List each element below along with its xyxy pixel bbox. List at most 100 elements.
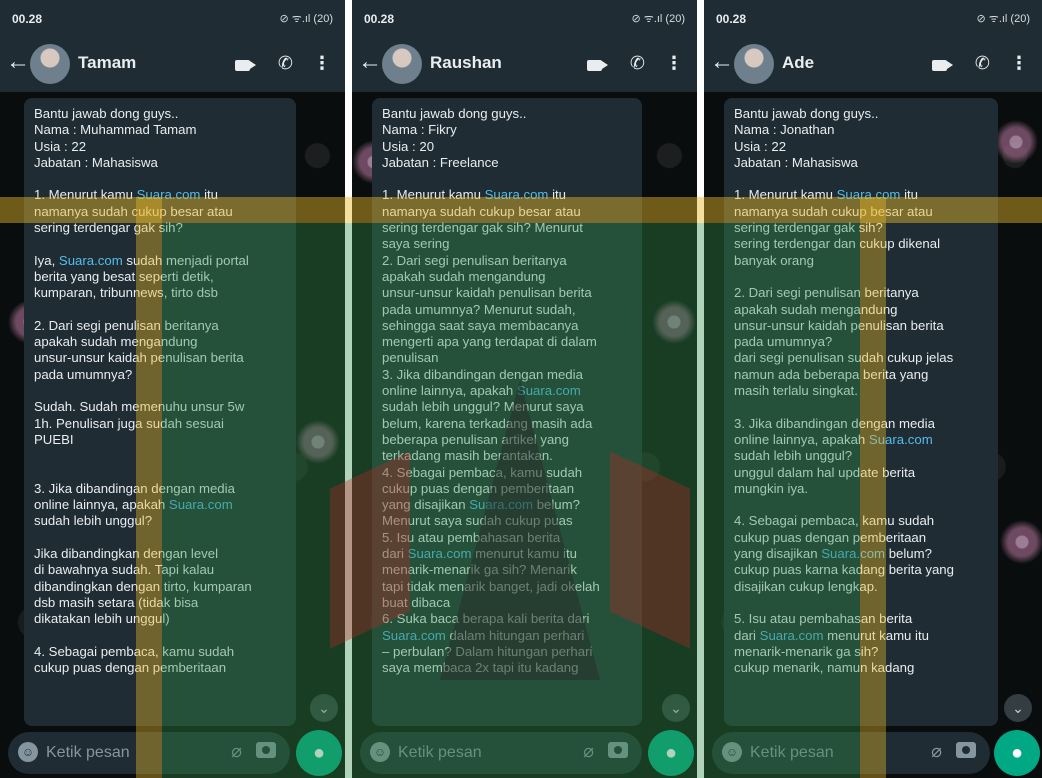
message-link[interactable]: Suara.com bbox=[517, 383, 581, 398]
message-line: unsur-unsur kaidah penulisan berita bbox=[734, 317, 944, 333]
message-composer: ☺ ⌀ bbox=[360, 732, 642, 774]
contact-name[interactable]: Ade bbox=[782, 53, 814, 73]
avatar[interactable] bbox=[734, 44, 774, 84]
mic-button[interactable]: ● bbox=[994, 730, 1040, 776]
message-line: 3. Jika dibandingan dengan media bbox=[34, 480, 235, 496]
message-line: PUEBI bbox=[34, 431, 74, 447]
chat-header: ← Raushan ✆ ⋮ bbox=[352, 36, 697, 92]
message-line: Sudah. Sudah memenuhu unsur 5w bbox=[34, 399, 245, 415]
message-line bbox=[734, 399, 988, 415]
wallpaper-flower bbox=[652, 300, 696, 344]
message-line bbox=[34, 628, 286, 644]
status-bar: 00.28 ⊘ ᯤ.ıl (20) bbox=[352, 0, 697, 36]
message-link[interactable]: Suara.com bbox=[382, 628, 446, 643]
message-input[interactable] bbox=[398, 741, 548, 765]
message-line: 2. Dari segi penulisan beritanya bbox=[34, 317, 219, 333]
message-line: kumparan, tribunnews, tirto dsb bbox=[34, 285, 218, 301]
message-line: mungkin iya. bbox=[734, 480, 809, 496]
scroll-down-icon[interactable]: ⌄ bbox=[1004, 694, 1032, 722]
message-link[interactable]: Suara.com bbox=[869, 432, 933, 447]
chat-header: ← Tamam ✆ ⋮ bbox=[0, 36, 345, 92]
back-arrow-icon[interactable]: ← bbox=[710, 50, 734, 74]
message-line bbox=[34, 530, 286, 546]
status-time: 00.28 bbox=[364, 12, 395, 26]
message-line: Bantu jawab dong guys.. bbox=[382, 106, 527, 121]
message-line: 1. Menurut kamu Suara.com itu bbox=[34, 187, 218, 203]
video-call-icon[interactable] bbox=[235, 53, 256, 73]
emoji-icon[interactable]: ☺ bbox=[370, 742, 390, 762]
message-line: Nama : Muhammad Tamam bbox=[34, 122, 197, 138]
message-line: – perbulan? Dalam hitungan perhari bbox=[382, 643, 593, 659]
status-icons: ⊘ ᯤ.ıl (20) bbox=[279, 13, 334, 25]
message-link[interactable]: Suara.com bbox=[485, 187, 549, 202]
message-line: online lainnya, apakah Suara.com bbox=[734, 431, 933, 447]
avatar[interactable] bbox=[30, 44, 70, 84]
camera-icon[interactable] bbox=[256, 742, 276, 758]
phone-call-icon[interactable]: ✆ bbox=[278, 53, 293, 73]
message-line: Usia : 22 bbox=[734, 138, 787, 154]
message-line: cukup puas dengan pemberitaan bbox=[34, 660, 227, 676]
contact-name[interactable]: Tamam bbox=[78, 53, 136, 73]
message-line: 3. Jika dibandingan dengan media bbox=[734, 415, 935, 431]
contact-name[interactable]: Raushan bbox=[430, 53, 502, 73]
message-line: disajikan cukup lengkap. bbox=[734, 578, 878, 594]
status-bar: 00.28 ⊘ ᯤ.ıl (20) bbox=[704, 0, 1042, 36]
message-link[interactable]: Suara.com bbox=[821, 546, 885, 561]
message-bubble: Bantu jawab dong guys.. Nama : Muhammad T… bbox=[24, 98, 296, 726]
scroll-down-icon[interactable]: ⌄ bbox=[310, 694, 338, 722]
message-line: Iya, Suara.com sudah menjadi portal bbox=[34, 252, 249, 268]
message-link[interactable]: Suara.com bbox=[137, 187, 201, 202]
screenshot-collage: 00.28 ⊘ ᯤ.ıl (20) ← Tamam ✆ ⋮ Bantu jawa… bbox=[0, 0, 1042, 778]
message-line: sehingga saat saya membacanya bbox=[382, 317, 579, 333]
message-line bbox=[34, 171, 286, 187]
message-input[interactable] bbox=[750, 741, 900, 765]
avatar[interactable] bbox=[382, 44, 422, 84]
message-link[interactable]: Suara.com bbox=[469, 497, 533, 512]
message-line: sering terdengar gak sih? Menurut bbox=[382, 220, 583, 236]
scroll-down-icon[interactable]: ⌄ bbox=[662, 694, 690, 722]
mic-button[interactable]: ● bbox=[296, 730, 342, 776]
attach-icon[interactable]: ⌀ bbox=[931, 741, 942, 762]
message-link[interactable]: Suara.com bbox=[169, 497, 233, 512]
message-line: buat dibaca bbox=[382, 594, 451, 610]
message-line: cukup puas dengan pemberitaan bbox=[734, 529, 927, 545]
message-line: dari Suara.com menurut kamu itu bbox=[734, 627, 929, 643]
more-menu-icon[interactable]: ⋮ bbox=[665, 53, 683, 73]
mic-button[interactable]: ● bbox=[648, 730, 694, 776]
message-line: unsur-unsur kaidah penulisan berita bbox=[34, 350, 244, 366]
attach-icon[interactable]: ⌀ bbox=[583, 741, 594, 762]
message-line: Jika dibandingkan dengan level bbox=[34, 546, 219, 562]
emoji-icon[interactable]: ☺ bbox=[722, 742, 742, 762]
message-line bbox=[34, 465, 286, 481]
message-link[interactable]: Suara.com bbox=[408, 546, 472, 561]
message-line: yang disajikan Suara.com belum? bbox=[382, 497, 580, 513]
status-time: 00.28 bbox=[12, 12, 43, 26]
message-line: dibandingkan dengan tirto, kumparan bbox=[34, 578, 252, 594]
message-link[interactable]: Suara.com bbox=[760, 628, 824, 643]
message-line: sering terdengar dan cukup dikenal bbox=[734, 236, 941, 252]
more-menu-icon[interactable]: ⋮ bbox=[313, 53, 331, 73]
message-line: Jabatan : Mahasiswa bbox=[734, 154, 858, 170]
message-line: sudah lebih unggul? bbox=[34, 513, 153, 529]
video-call-icon[interactable] bbox=[587, 53, 608, 73]
attach-icon[interactable]: ⌀ bbox=[231, 741, 242, 762]
message-input[interactable] bbox=[46, 741, 196, 765]
emoji-icon[interactable]: ☺ bbox=[18, 742, 38, 762]
message-link[interactable]: Suara.com bbox=[59, 253, 123, 268]
message-line: 4. Sebagai pembaca, kamu sudah bbox=[382, 464, 583, 480]
message-line: menarik-menarik ga sih? Menarik bbox=[382, 562, 577, 578]
back-arrow-icon[interactable]: ← bbox=[358, 50, 382, 74]
message-line bbox=[734, 497, 988, 513]
back-arrow-icon[interactable]: ← bbox=[6, 50, 30, 74]
message-line: sudah lebih unggul? bbox=[734, 448, 853, 464]
more-menu-icon[interactable]: ⋮ bbox=[1010, 53, 1028, 73]
message-line: cukup menarik, namun kadang bbox=[734, 660, 915, 676]
message-line: berita yang besat seperti detik, bbox=[34, 268, 214, 284]
phone-call-icon[interactable]: ✆ bbox=[630, 53, 645, 73]
camera-icon[interactable] bbox=[956, 742, 976, 758]
message-link[interactable]: Suara.com bbox=[837, 187, 901, 202]
phone-call-icon[interactable]: ✆ bbox=[975, 53, 990, 73]
message-composer: ☺ ⌀ bbox=[8, 732, 290, 774]
camera-icon[interactable] bbox=[608, 742, 628, 758]
video-call-icon[interactable] bbox=[932, 53, 953, 73]
